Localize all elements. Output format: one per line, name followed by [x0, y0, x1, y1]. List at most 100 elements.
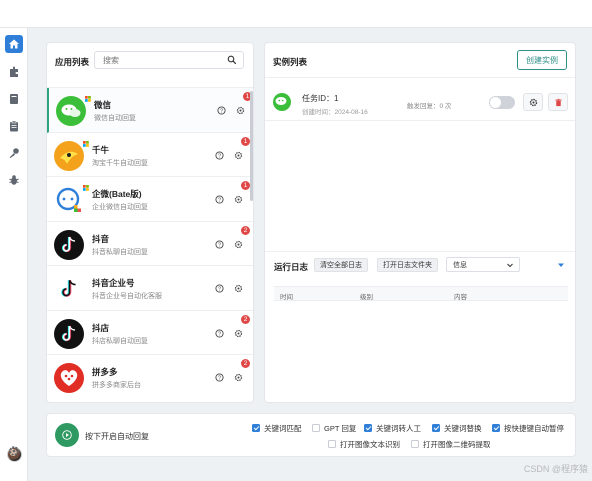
app-item-wecom[interactable]: 企微(Bate版) 企业微信自动回复 ? 1 [47, 177, 253, 222]
instance-panel: 实例列表 创建实例 任务ID：1 创建时间：2024-08-16 触发回复：0 … [264, 42, 576, 403]
instance-delete-button[interactable] [548, 93, 568, 111]
windows-icon [83, 185, 89, 191]
option-keyword-replace[interactable]: 关键词替换 [432, 423, 482, 433]
help-icon[interactable]: ? [215, 150, 224, 160]
notification-badge: 1 [241, 136, 250, 146]
option-label: GPT 回复 [324, 423, 357, 433]
checkbox[interactable] [252, 424, 260, 432]
bottom-control-bar: 按下开启自动回复 关键词匹配 GPT 回复 关键词转人工 关键词替换 按快捷键自… [46, 413, 576, 457]
app-item-douyin-enterprise[interactable]: 抖音企业号 抖音企业号自动化客服 ? [47, 266, 253, 311]
option-qr-extract[interactable]: 打开图像二维码提取 [411, 439, 491, 449]
gear-icon[interactable] [234, 329, 243, 338]
clear-logs-button[interactable]: 清空全部日志 [314, 258, 368, 272]
option-hotkey-pause[interactable]: 按快捷键自动暂停 [492, 423, 564, 433]
app-item-douyin[interactable]: 抖音 抖音私聊自动回复 ? 2 [47, 222, 253, 266]
app-desc: 企业微信自动回复 [92, 204, 148, 211]
book-icon[interactable] [5, 90, 23, 108]
option-label: 关键词转人工 [376, 423, 421, 433]
gear-icon[interactable] [234, 240, 243, 249]
log-table-header: 时间 级别 内容 [274, 286, 568, 301]
key-icon[interactable] [5, 144, 23, 162]
option-keyword-match[interactable]: 关键词匹配 [252, 423, 302, 433]
start-auto-reply-button[interactable] [55, 423, 79, 447]
app-name: 千牛 [92, 144, 110, 155]
help-icon[interactable]: ? [215, 195, 224, 204]
play-icon [62, 430, 72, 440]
column-header: 内容 [454, 294, 467, 301]
app-name: 抖音企业号 [92, 278, 135, 288]
clipboard-icon[interactable] [5, 117, 23, 135]
option-label: 关键词匹配 [264, 423, 302, 433]
search-icon[interactable] [227, 55, 237, 65]
checkbox[interactable] [364, 424, 372, 432]
app-desc: 抖音企业号自动化客服 [92, 293, 162, 300]
bug-icon[interactable] [5, 171, 23, 189]
divider [265, 77, 575, 78]
wecom-icon [54, 185, 84, 215]
instance-panel-title: 实例列表 [273, 57, 308, 67]
help-icon[interactable]: ? [217, 106, 226, 115]
app-desc: 微信自动回复 [94, 115, 136, 122]
checkbox[interactable] [492, 424, 500, 432]
search-input[interactable] [103, 55, 223, 65]
app-desc: 淘宝千牛自动回复 [92, 159, 148, 167]
gear-icon[interactable] [234, 195, 243, 204]
option-label: 打开图像二维码提取 [423, 439, 491, 449]
settings-icon[interactable] [5, 442, 23, 460]
app-item-pinduoduo[interactable]: 拼多多 拼多多商家后台 ? 2 [47, 355, 253, 393]
search-box[interactable] [94, 51, 244, 69]
app-item-doudian[interactable]: 抖店 抖店私聊自动回复 ? 2 [47, 311, 253, 355]
app-item-wechat[interactable]: 微信 微信自动回复 ? 1 [47, 88, 253, 133]
task-id-value: 1 [334, 94, 339, 103]
douyin-icon [54, 229, 84, 260]
option-keyword-to-human[interactable]: 关键词转人工 [364, 423, 421, 433]
help-icon[interactable]: ? [215, 328, 224, 338]
gear-icon[interactable] [234, 373, 243, 382]
svg-text:?: ? [220, 109, 223, 115]
notification-badge: 1 [241, 181, 250, 190]
notification-badge: 2 [241, 359, 250, 368]
chevron-down-icon [507, 263, 513, 268]
instance-row: 任务ID：1 创建时间：2024-08-16 触发回复：0 次 [265, 83, 575, 121]
gear-icon[interactable] [234, 284, 243, 293]
app-item-qianniu[interactable]: 千牛 淘宝千牛自动回复 ? 1 [47, 133, 253, 177]
gear-icon[interactable] [236, 106, 245, 115]
checkbox[interactable] [411, 440, 419, 448]
help-icon[interactable]: ? [215, 373, 224, 382]
instance-enable-toggle[interactable] [489, 96, 515, 109]
app-desc: 抖店私聊自动回复 [92, 337, 148, 345]
pinduoduo-icon [54, 363, 84, 393]
create-instance-button[interactable]: 创建实例 [517, 50, 567, 70]
task-id-label: 任务ID： [302, 94, 334, 103]
apps-panel: 应用列表 微信 微信自动回复 ? 1 千牛 淘宝千牛自动回复 ? [46, 42, 254, 403]
trash-icon [554, 98, 562, 106]
home-icon[interactable] [5, 35, 23, 53]
help-icon[interactable]: ? [215, 284, 224, 293]
caret-down-icon[interactable] [557, 261, 565, 269]
svg-text:?: ? [218, 331, 221, 337]
checkbox[interactable] [328, 440, 336, 448]
option-gpt-reply[interactable]: GPT 回复 [312, 423, 356, 433]
app-list: 微信 微信自动回复 ? 1 千牛 淘宝千牛自动回复 ? 1 企微(Bate版) [47, 87, 253, 393]
trigger-count: 触发回复：0 次 [407, 100, 451, 110]
checkbox[interactable] [432, 424, 440, 432]
help-icon[interactable]: ? [215, 239, 224, 249]
app-name: 抖音 [92, 233, 110, 244]
scrollbar[interactable] [250, 91, 253, 201]
watermark: CSDN @程序猿 [523, 464, 588, 474]
gear-icon[interactable] [234, 151, 243, 160]
plugin-icon[interactable] [5, 63, 23, 81]
app-name: 抖店 [92, 322, 110, 333]
option-image-ocr[interactable]: 打开图像文本识别 [328, 439, 400, 449]
svg-text:?: ? [218, 198, 221, 204]
open-log-folder-button[interactable]: 打开日志文件夹 [377, 258, 438, 272]
apps-panel-title: 应用列表 [55, 57, 90, 67]
app-desc: 抖音私聊自动回复 [92, 248, 148, 256]
log-level-select[interactable]: 信息 [446, 257, 520, 272]
created-time: 创建时间：2024-08-16 [302, 106, 368, 116]
douyin-icon [54, 274, 84, 304]
trigger-count-label: 触发回复： [407, 103, 440, 110]
svg-text:?: ? [218, 287, 221, 293]
instance-settings-button[interactable] [523, 93, 543, 111]
checkbox[interactable] [312, 424, 320, 432]
